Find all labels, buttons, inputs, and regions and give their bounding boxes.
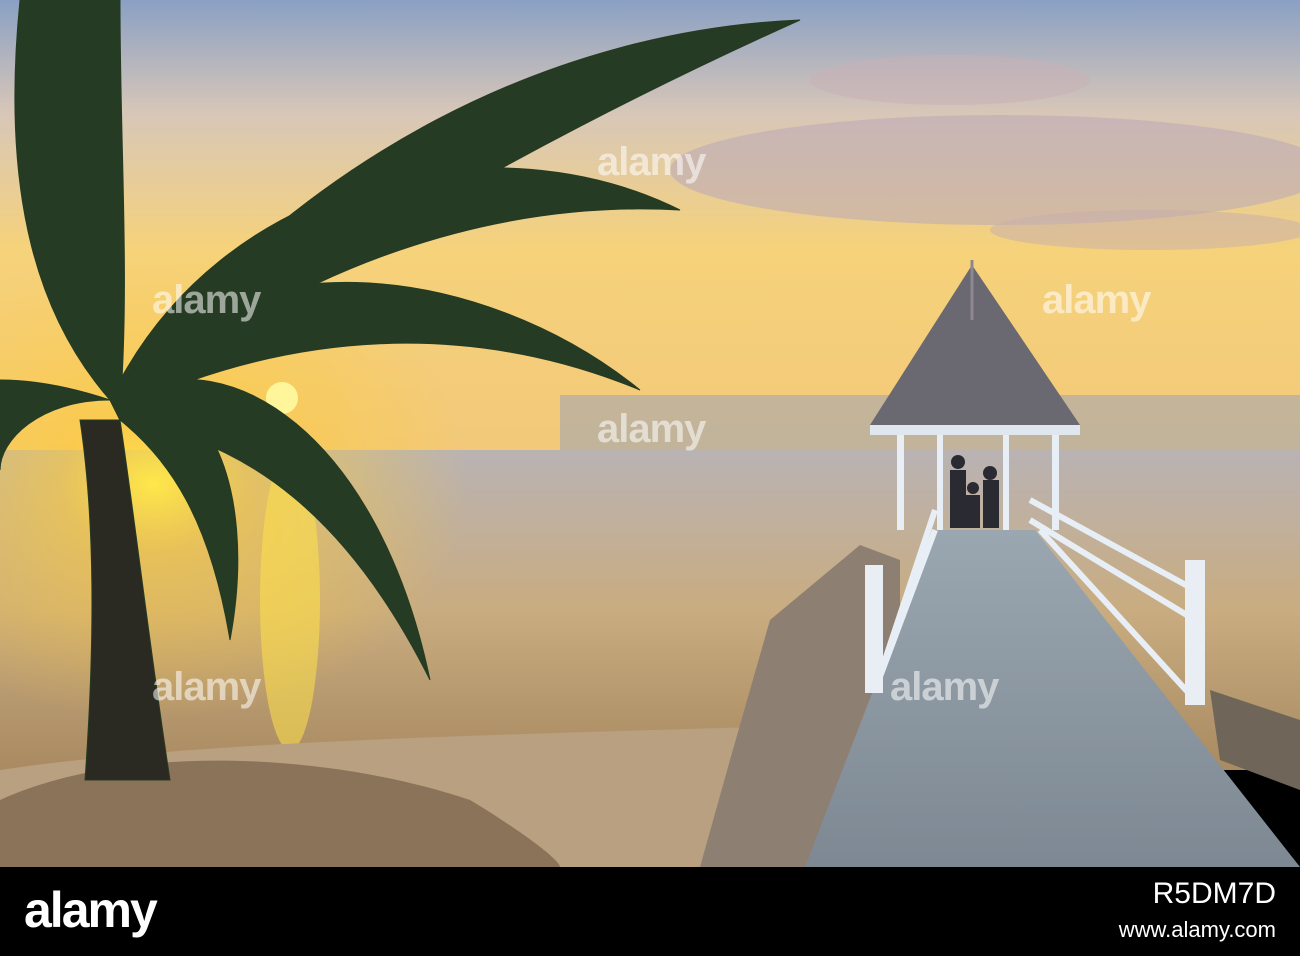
image-id: R5DM7D <box>1152 877 1276 910</box>
cloud <box>810 55 1090 105</box>
alamy-logo[interactable]: alamy <box>24 881 158 939</box>
watermark: alamy <box>597 140 706 184</box>
cloud <box>670 115 1300 225</box>
site-url[interactable]: www.alamy.com <box>1119 917 1276 943</box>
watermark: alamy <box>890 665 999 709</box>
stock-footer: alamy R5DM7D www.alamy.com <box>0 867 1300 956</box>
cloud <box>990 210 1300 250</box>
photo: alamy alamy alamy alamy alamy alamy <box>0 0 1300 867</box>
watermark: alamy <box>1042 278 1151 322</box>
post <box>1185 560 1205 705</box>
watermark: alamy <box>152 278 261 322</box>
watermark: alamy <box>152 665 261 709</box>
watermark: alamy <box>597 407 706 451</box>
post <box>865 565 883 693</box>
